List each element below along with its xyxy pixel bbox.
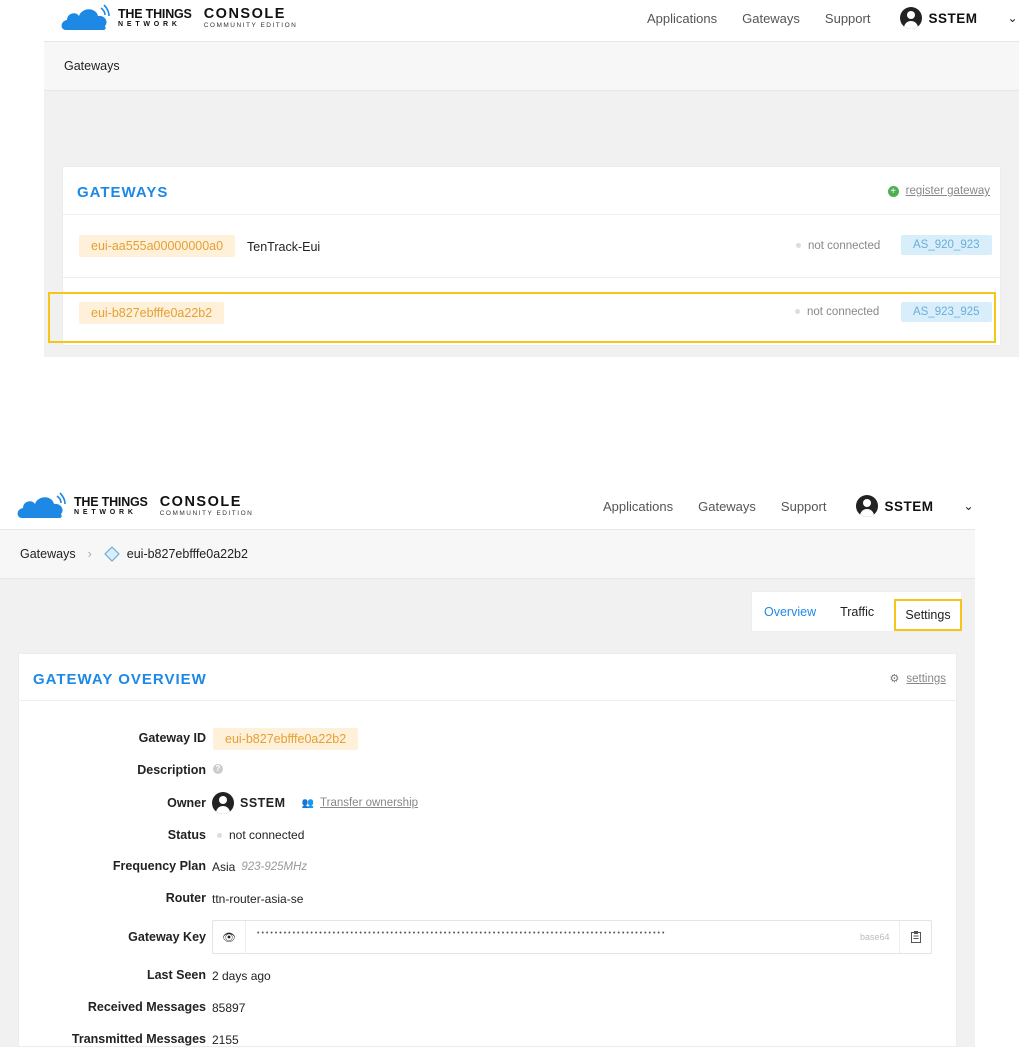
gateway-status: not connected	[796, 240, 880, 252]
router-label: Router	[165, 891, 206, 905]
gateway-id-label: Gateway ID	[138, 731, 206, 745]
user-menu[interactable]: SSTEM	[856, 495, 933, 517]
chevron-down-icon[interactable]: ⌄	[1007, 11, 1017, 25]
frequency-band-badge: AS_920_923	[901, 235, 992, 255]
console-title: CONSOLE	[203, 6, 286, 22]
frequency-range: 923-925MHz	[241, 861, 308, 873]
cloud-icon	[61, 4, 110, 30]
chevron-down-icon[interactable]: ⌄	[963, 499, 973, 513]
received-messages-label: Received Messages	[87, 1000, 206, 1014]
top-nav: Applications Gateways Support SSTEM ⌄	[603, 494, 974, 518]
user-menu[interactable]: SSTEM	[900, 7, 977, 29]
last-seen-label: Last Seen	[146, 968, 206, 982]
owner-value: SSTEM 👥 Transfer ownership	[212, 792, 418, 814]
last-seen-value: 2 days ago	[212, 969, 271, 983]
tab-traffic[interactable]: Traffic	[828, 605, 886, 619]
user-name: SSTEM	[884, 498, 934, 514]
gateway-key-value: ••••••••••••••••••••••••••••••••••••••••…	[257, 930, 667, 937]
received-messages-value: 85897	[212, 1001, 246, 1015]
register-gateway-link[interactable]: + register gateway	[887, 185, 990, 197]
owner-avatar-icon	[212, 792, 234, 814]
status-label: Status	[167, 828, 206, 842]
brand-line2: NETWORK	[74, 509, 137, 517]
gateway-overview-card: GATEWAY OVERVIEW ⚙ settings	[18, 653, 957, 1047]
cloud-icon	[17, 492, 66, 518]
frequency-plan-value: Asia 923-925MHz	[212, 860, 307, 874]
brand-line1: THE THINGS	[118, 6, 192, 21]
key-encoding[interactable]: base64	[860, 932, 890, 942]
status-text: not connected	[229, 828, 305, 842]
console-subtitle: COMMUNITY EDITION	[159, 509, 254, 517]
breadcrumb-current: eui-b827ebfffe0a22b2	[126, 547, 248, 561]
breadcrumb-gateways[interactable]: Gateways	[20, 547, 76, 561]
owner-name: SSTEM	[240, 796, 286, 810]
tab-settings[interactable]: Settings	[894, 599, 962, 631]
gateway-id-value: eui-b827ebfffe0a22b2	[213, 728, 359, 750]
description-label: Description	[137, 763, 206, 777]
owner-label: Owner	[167, 796, 206, 810]
brand-line2: NETWORK	[118, 21, 181, 29]
gateway-key-label: Gateway Key	[128, 930, 206, 944]
settings-link-label: settings	[906, 672, 946, 685]
card-title: GATEWAYS	[77, 184, 169, 201]
nav-applications[interactable]: Applications	[603, 499, 673, 514]
gateway-name: TenTrack-Eui	[247, 240, 321, 254]
eye-icon[interactable]: 👁	[213, 921, 246, 953]
nav-applications[interactable]: Applications	[647, 11, 717, 26]
status-dot	[217, 832, 222, 838]
clipboard-icon[interactable]	[899, 921, 932, 953]
status-dot	[795, 309, 800, 315]
breadcrumb-gateways[interactable]: Gateways	[64, 59, 120, 73]
brand-logo[interactable]: THE THINGS NETWORK CONSOLE COMMUNITY EDI…	[16, 492, 253, 520]
brand-line1: THE THINGS	[74, 494, 148, 509]
register-gateway-label: register gateway	[905, 185, 990, 197]
tab-overview[interactable]: Overview	[752, 605, 828, 619]
frequency-band-badge: AS_923_925	[901, 302, 992, 322]
nav-support[interactable]: Support	[781, 499, 827, 514]
frequency-region: Asia	[212, 860, 236, 874]
brand-logo[interactable]: THE THINGS NETWORK CONSOLE COMMUNITY EDI…	[60, 4, 297, 32]
nav-support[interactable]: Support	[825, 11, 871, 26]
divider	[19, 700, 956, 701]
router-value: ttn-router-asia-se	[212, 892, 304, 906]
card-title: GATEWAY OVERVIEW	[33, 671, 207, 688]
plus-circle-icon: +	[887, 185, 899, 197]
user-name: SSTEM	[928, 10, 978, 26]
status-dot	[796, 243, 801, 249]
nav-gateways[interactable]: Gateways	[698, 499, 756, 514]
console-subtitle: COMMUNITY EDITION	[203, 21, 298, 29]
breadcrumb: Gateways › eui-b827ebfffe0a22b2	[0, 529, 975, 579]
table-row-highlighted[interactable]: eui-b827ebfffe0a22b2 not connected AS_92…	[48, 292, 996, 343]
transmitted-messages-value: 2155	[212, 1033, 239, 1047]
gateway-key-field[interactable]: 👁 ••••••••••••••••••••••••••••••••••••••…	[212, 920, 932, 954]
transfer-ownership-link[interactable]: Transfer ownership	[320, 797, 418, 809]
gateway-eui: eui-aa555a00000000a0	[79, 235, 236, 257]
nav-gateways[interactable]: Gateways	[742, 11, 800, 26]
table-row[interactable]: eui-aa555a00000000a0 TenTrack-Eui not co…	[63, 215, 1000, 278]
gear-icon: ⚙	[889, 673, 900, 685]
gateway-eui: eui-b827ebfffe0a22b2	[79, 302, 225, 324]
frequency-plan-label: Frequency Plan	[112, 859, 206, 873]
status-value: not connected	[217, 828, 304, 842]
gateway-status: not connected	[795, 306, 879, 318]
transmitted-messages-label: Transmitted Messages	[71, 1032, 206, 1046]
breadcrumb-separator: ›	[87, 547, 92, 561]
help-icon[interactable]: ?	[213, 764, 223, 774]
settings-link[interactable]: ⚙ settings	[889, 672, 946, 686]
top-nav: Applications Gateways Support SSTEM ⌄	[647, 6, 1018, 30]
gateway-icon	[103, 546, 120, 562]
breadcrumb: Gateways	[44, 41, 1019, 91]
people-icon: 👥	[301, 797, 315, 809]
user-avatar-icon	[900, 7, 923, 29]
console-title: CONSOLE	[159, 494, 242, 510]
user-avatar-icon	[856, 495, 879, 517]
tab-settings-label: Settings	[905, 608, 951, 622]
